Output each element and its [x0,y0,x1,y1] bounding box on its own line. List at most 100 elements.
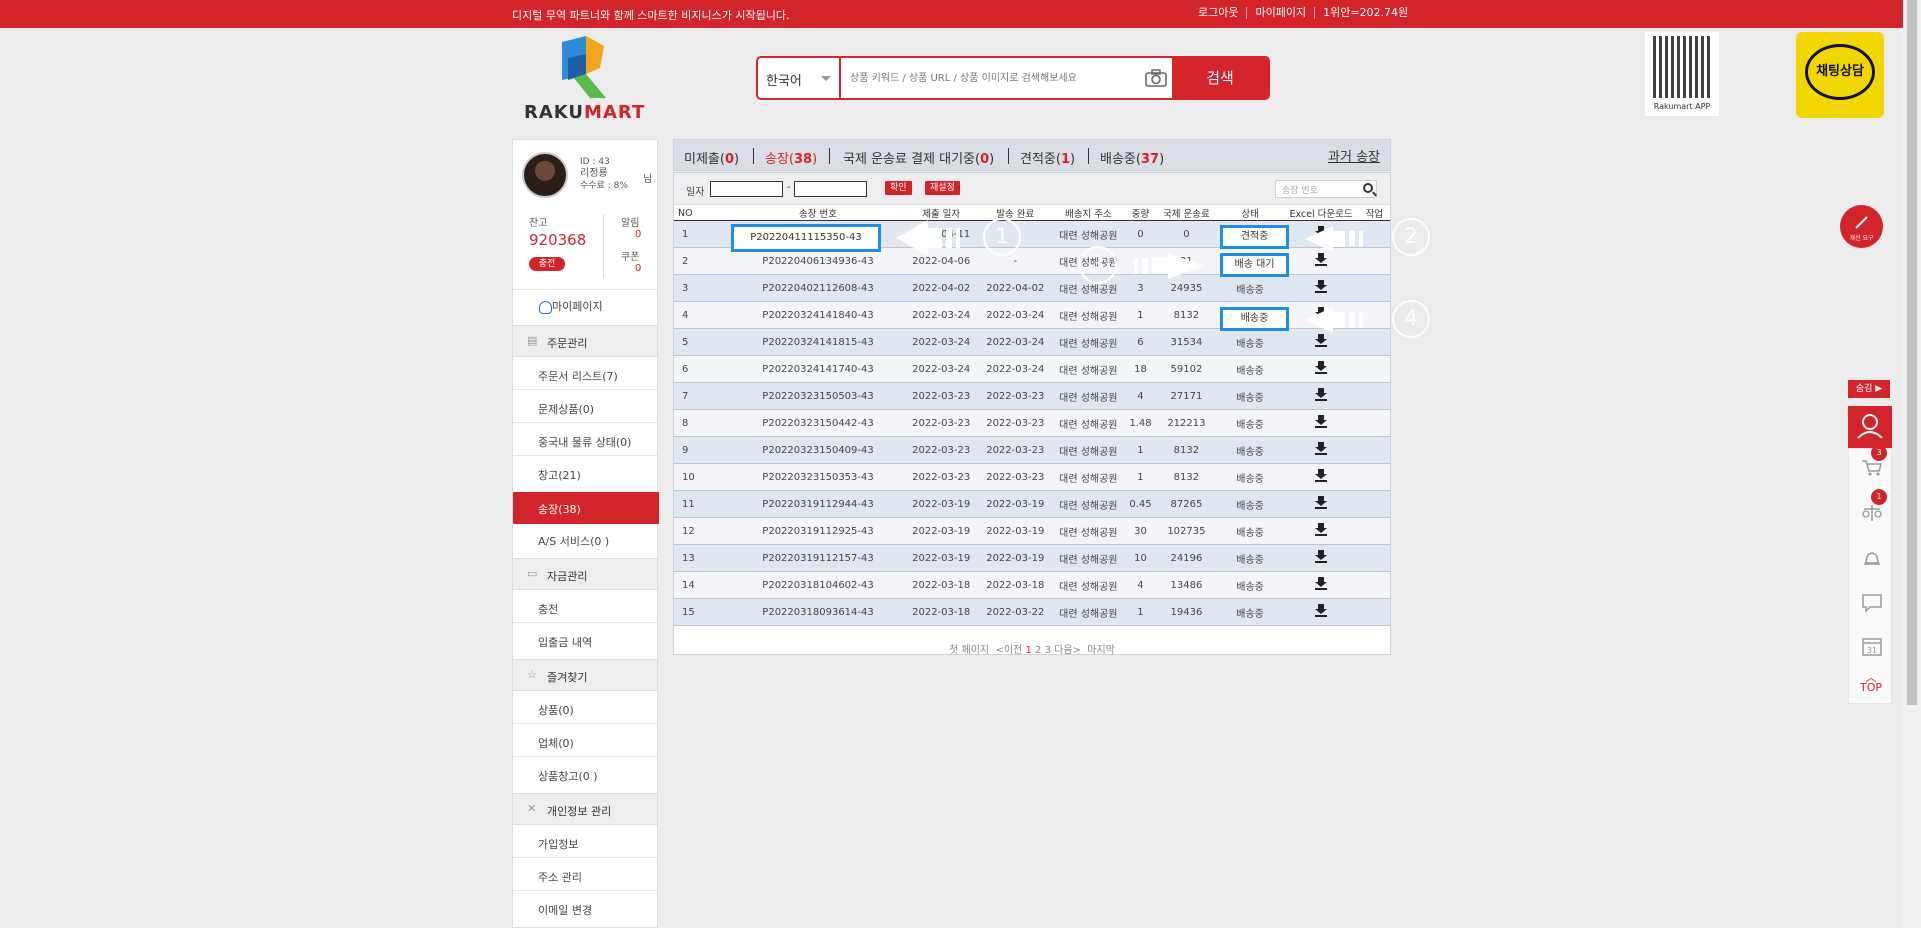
download-icon[interactable] [1315,280,1328,293]
user-button[interactable] [1848,406,1892,448]
sidebar-item-address[interactable]: 주소 관리 [538,869,582,885]
table-row[interactable]: 5 P20220324141815-43 2022-03-24 2022-03-24 대… [674,328,1390,356]
divider [513,857,657,858]
download-icon[interactable] [1315,361,1328,374]
scroll-top-button[interactable]: ︿ TOP [1849,672,1893,693]
hide-rail-button[interactable]: 숨김 ▶ [1848,380,1890,398]
sidebar-item-email[interactable]: 이메일 변경 [538,902,592,918]
sidebar-item-join-info[interactable]: 가입정보 [538,836,578,852]
page-2-link[interactable]: 2 [1035,645,1041,656]
search-input[interactable] [850,68,1150,88]
sidebar-item-fav-shops[interactable]: 업체(0) [538,735,574,751]
cell-invoice[interactable]: P20220319112157-43 [732,544,904,572]
confirm-button[interactable]: 확인 [885,181,912,195]
reset-button[interactable]: 재설정 [925,181,960,195]
scrollbar-thumb[interactable] [1907,0,1917,705]
invoice-search-input[interactable]: 송장 번호 [1275,180,1377,198]
download-icon[interactable] [1315,469,1328,482]
tab-shipping[interactable]: 배송중(37) [1100,148,1164,167]
message-icon[interactable] [1861,593,1883,613]
right-rail: 숨김 ▶ 3 1 31 ︿ TOP [1848,380,1892,704]
sidebar-item-history[interactable]: 입출금 내역 [538,634,592,650]
download-icon[interactable] [1315,253,1328,266]
next-page-link[interactable]: 다음> [1054,645,1081,656]
tab-quoting[interactable]: 견적중(1) [1020,148,1075,167]
sidebar-item-order-list[interactable]: 주문서 리스트(7) [538,368,618,384]
download-icon[interactable] [1315,550,1328,563]
charge-button[interactable]: 충전 [529,257,565,271]
download-icon[interactable] [1315,523,1328,536]
download-icon[interactable] [1315,388,1328,401]
scrollbar[interactable] [1903,0,1921,928]
download-icon[interactable] [1315,577,1328,590]
cell-invoice[interactable]: P20220324141815-43 [732,328,904,356]
cell-invoice[interactable]: P20220323150442-43 [732,409,904,437]
cell-weight: 6 [1124,328,1157,356]
sidebar-item-invoice[interactable]: 송장(38) [513,492,659,524]
download-icon[interactable] [1315,604,1328,617]
download-icon[interactable] [1315,415,1328,428]
cell-invoice[interactable]: P20220402112608-43 [732,274,904,302]
sidebar-item-warehouse[interactable]: 창고(21) [538,467,581,483]
cell-invoice[interactable]: P20220324141840-43 [732,301,904,329]
sidebar-item-as[interactable]: A/S 서비스(0 ) [538,533,609,549]
prev-page-link[interactable]: <이전 [995,645,1022,656]
avatar [522,152,568,198]
cart-icon[interactable] [1861,459,1883,477]
cell-invoice[interactable]: P20220323150409-43 [732,436,904,464]
page-1-link[interactable]: 1 [1025,645,1031,656]
cell-invoice[interactable]: P20220318104602-43 [732,571,904,599]
sidebar-item-fav-warehouse[interactable]: 상품창고(0 ) [538,768,598,784]
table-row[interactable]: 6 P20220324141740-43 2022-03-24 2022-03-24 대… [674,355,1390,383]
tab-unsubmitted[interactable]: 미제출(0) [684,148,739,167]
table-row[interactable]: 3 P20220402112608-43 2022-04-02 2022-04-02 대… [674,274,1390,302]
cell-action [1358,274,1390,302]
mypage-link[interactable]: 마이페이지 [1247,7,1316,19]
sidebar-item-problem[interactable]: 문제상품(0) [538,401,594,417]
sidebar-item-charge[interactable]: 충전 [538,601,558,617]
download-icon[interactable] [1315,334,1328,347]
improvement-request-button[interactable]: 개선 요구 [1840,205,1883,248]
tab-payment-waiting[interactable]: 국제 운송료 결제 대기중(0) [843,148,994,167]
date-end-input[interactable] [794,181,867,197]
top-links: 로그아웃 마이페이지 1위안=202.74원 [1190,7,1416,19]
table-row[interactable]: 15 P20220318093614-43 2022-03-18 2022-03-22… [674,598,1390,626]
page-3-link[interactable]: 3 [1045,645,1051,656]
cell-invoice[interactable]: P20220323150503-43 [732,382,904,410]
logout-link[interactable]: 로그아웃 [1190,7,1248,19]
first-page-link[interactable]: 첫 페이지 [949,645,989,656]
cell-invoice[interactable]: P20220318093614-43 [732,598,904,626]
date-start-input[interactable] [710,181,783,197]
scale-icon[interactable] [1861,503,1883,523]
table-row[interactable]: 12 P20220319112925-43 2022-03-19 2022-03-19… [674,517,1390,545]
cell-shipping-fee: 59102 [1156,355,1217,383]
cell-invoice[interactable]: P20220319112925-43 [732,517,904,545]
table-row[interactable]: 8 P20220323150442-43 2022-03-23 2022-03-23 대… [674,409,1390,437]
table-row[interactable]: 7 P20220323150503-43 2022-03-23 2022-03-23 대… [674,382,1390,410]
sidebar-item-fav-products[interactable]: 상품(0) [538,702,574,718]
download-icon[interactable] [1315,442,1328,455]
rakumart-logo[interactable]: RAKUMART [524,34,654,124]
cell-invoice[interactable]: P20220323150353-43 [732,463,904,491]
camera-icon[interactable] [1144,68,1168,88]
table-row[interactable]: 9 P20220323150409-43 2022-03-23 2022-03-23 대… [674,436,1390,464]
table-row[interactable]: 14 P20220318104602-43 2022-03-18 2022-03-18… [674,571,1390,599]
sidebar-item-logistics[interactable]: 중국내 물류 상태(0) [538,434,631,450]
download-icon[interactable] [1315,496,1328,509]
table-row[interactable]: 10 P20220323150353-43 2022-03-23 2022-03-23… [674,463,1390,491]
tab-invoice[interactable]: 송장(38) [765,148,818,174]
language-select[interactable]: 한국어 [758,58,841,98]
rail-column: 3 1 31 ︿ TOP [1848,445,1893,704]
past-invoice-link[interactable]: 과거 송장 [1328,146,1380,165]
mypage-link[interactable]: 마이페이지 [539,298,603,314]
cell-invoice[interactable]: P20220319112944-43 [732,490,904,518]
last-page-link[interactable]: 마지막 [1087,645,1115,656]
bell-icon[interactable] [1862,549,1882,569]
search-button[interactable]: 검색 [1172,58,1268,98]
calendar-icon[interactable]: 31 [1861,635,1883,657]
table-row[interactable]: 11 P20220319112944-43 2022-03-19 2022-03-19… [674,490,1390,518]
search-icon[interactable] [1363,183,1373,193]
cell-invoice[interactable]: P20220324141740-43 [732,355,904,383]
table-row[interactable]: 13 P20220319112157-43 2022-03-19 2022-03-19… [674,544,1390,572]
chat-consult-button[interactable]: 채팅상담 [1796,32,1884,118]
